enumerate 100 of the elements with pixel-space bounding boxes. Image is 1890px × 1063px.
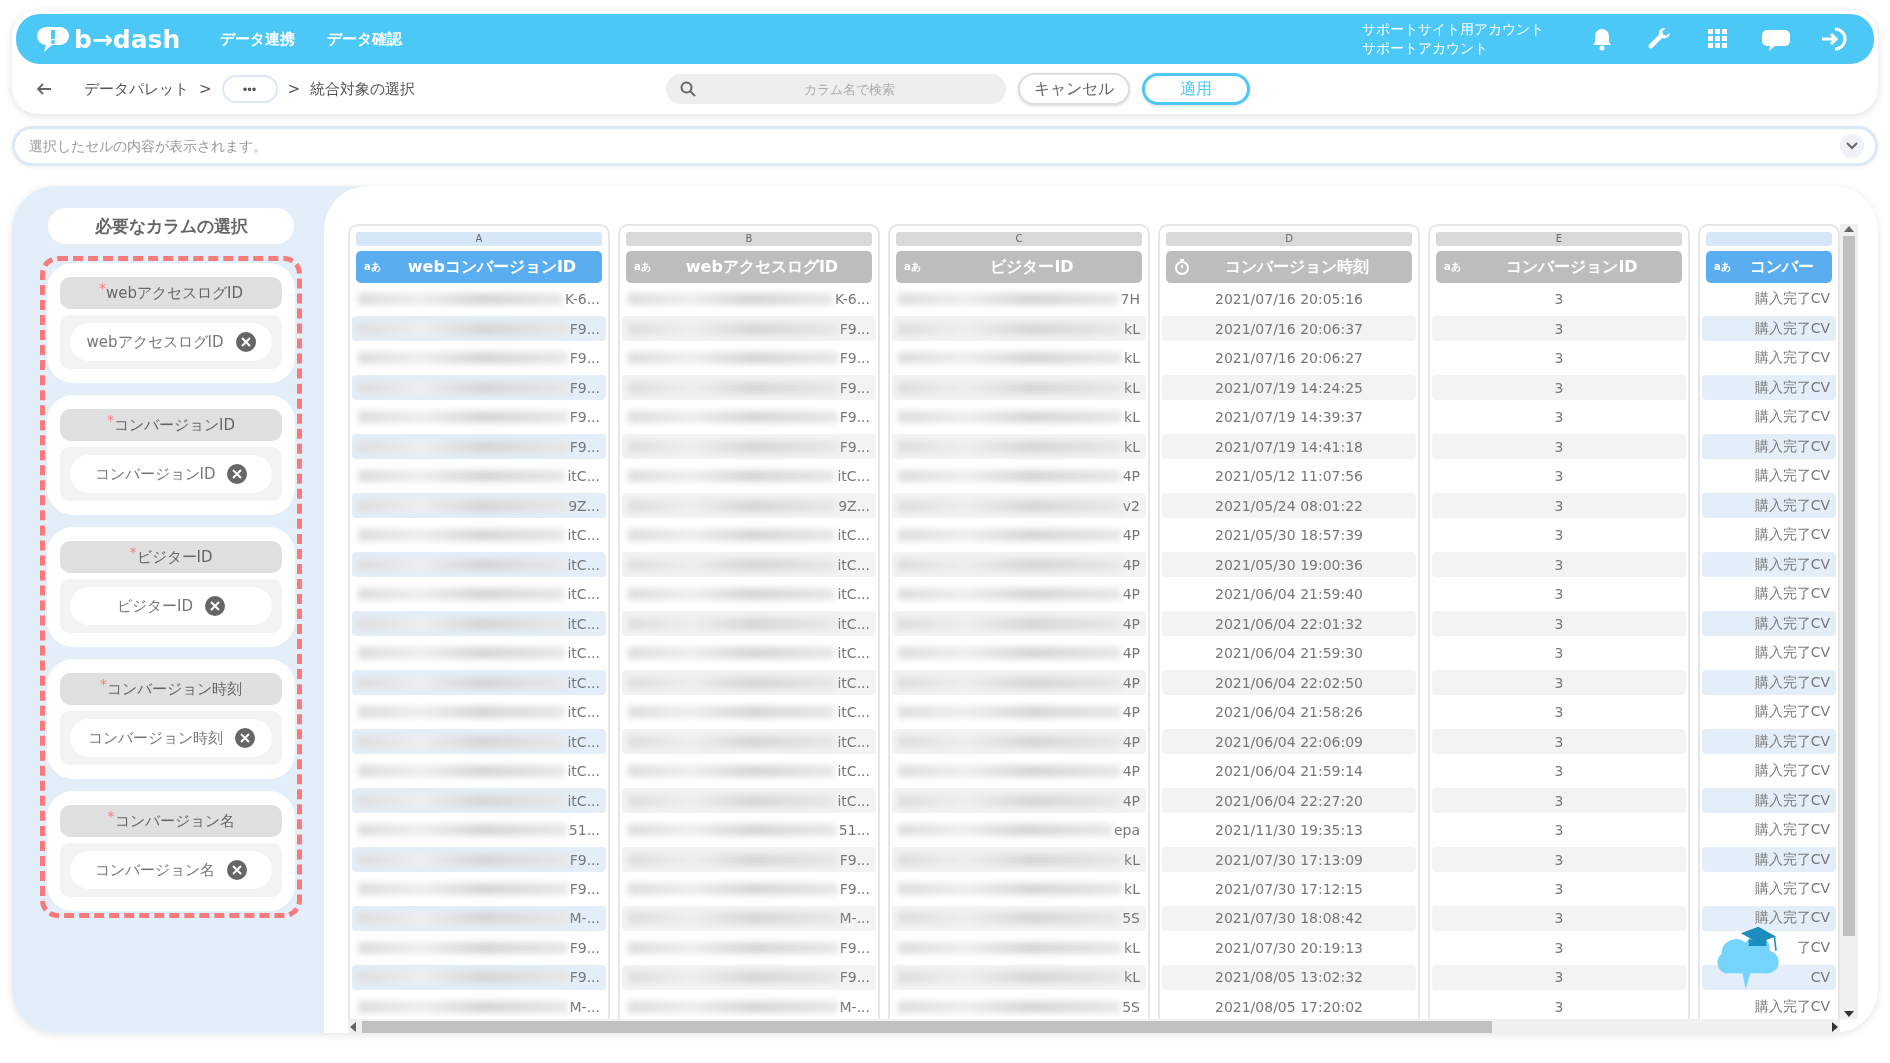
table-cell[interactable]: kL <box>892 434 1146 459</box>
table-cell[interactable]: 2021/06/04 21:59:30 <box>1215 645 1363 662</box>
table-cell[interactable]: 4P <box>1122 704 1140 721</box>
table-cell[interactable]: 5S <box>892 906 1146 931</box>
table-cell[interactable]: 購入完了CV <box>1754 467 1830 486</box>
table-cell[interactable]: 2021/07/19 14:24:25 <box>1162 375 1416 401</box>
table-cell[interactable]: 3 <box>1554 291 1564 308</box>
horizontal-scrollbar[interactable] <box>348 1019 1840 1033</box>
table-cell[interactable]: 2021/07/16 20:06:37 <box>1162 316 1416 342</box>
column-chip[interactable]: コンバージョン名 <box>70 851 272 889</box>
table-cell[interactable]: F9... <box>352 847 606 872</box>
table-cell[interactable]: 3 <box>1432 493 1686 518</box>
table-cell[interactable]: F9... <box>569 350 600 367</box>
table-cell[interactable]: 2021/06/04 21:59:14 <box>1215 763 1363 780</box>
table-cell[interactable]: M-... <box>839 998 870 1015</box>
table-cell[interactable]: 2021/08/05 17:20:02 <box>1215 998 1363 1015</box>
column-header[interactable]: aあ コンバー <box>1706 251 1832 283</box>
table-cell[interactable]: kL <box>892 847 1146 872</box>
table-cell[interactable]: K-6... <box>564 291 600 308</box>
table-cell[interactable]: 購入完了CV <box>1754 997 1830 1016</box>
table-cell[interactable]: 3 <box>1554 939 1564 956</box>
table-cell[interactable]: M-... <box>569 998 600 1015</box>
table-cell[interactable]: F9... <box>622 965 876 990</box>
table-cell[interactable]: 51... <box>838 822 870 838</box>
table-cell[interactable]: 2021/07/19 14:39:37 <box>1215 409 1363 426</box>
table-cell[interactable]: 3 <box>1554 704 1564 721</box>
table-cell[interactable]: 3 <box>1554 763 1564 780</box>
table-cell[interactable]: 3 <box>1432 670 1686 695</box>
table-cell[interactable]: kL <box>892 375 1146 401</box>
table-cell[interactable]: F9... <box>839 881 870 897</box>
table-cell[interactable]: F9... <box>839 409 870 426</box>
table-cell[interactable]: 3 <box>1432 316 1686 342</box>
table-cell[interactable]: F9... <box>569 409 600 426</box>
table-cell[interactable]: 2021/06/04 22:01:32 <box>1162 611 1416 636</box>
table-cell[interactable]: F9... <box>352 375 606 401</box>
table-cell[interactable]: itC... <box>567 645 600 662</box>
table-cell[interactable]: 4P <box>892 670 1146 695</box>
table-cell[interactable]: K-6... <box>834 291 870 308</box>
table-cell[interactable]: 3 <box>1554 998 1564 1015</box>
table-cell[interactable]: 3 <box>1432 375 1686 401</box>
table-cell[interactable]: 2021/06/04 21:58:26 <box>1215 704 1363 721</box>
table-cell[interactable]: 3 <box>1554 586 1564 603</box>
table-cell[interactable]: 2021/07/19 14:41:18 <box>1162 434 1416 459</box>
table-cell[interactable]: 2021/07/30 20:19:13 <box>1215 939 1363 956</box>
table-cell[interactable]: itC... <box>352 611 606 636</box>
table-cell[interactable]: 3 <box>1432 552 1686 577</box>
table-cell[interactable]: 了CV <box>1796 938 1830 957</box>
table-cell[interactable]: itC... <box>352 788 606 813</box>
table-cell[interactable]: itC... <box>567 468 600 485</box>
table-cell[interactable]: 5S <box>1122 998 1140 1015</box>
remove-button[interactable] <box>227 464 248 484</box>
table-cell[interactable]: F9... <box>352 965 606 990</box>
table-cell[interactable]: 3 <box>1554 527 1564 544</box>
table-cell[interactable]: F9... <box>622 375 876 401</box>
table-cell[interactable]: F9... <box>569 881 600 897</box>
table-cell[interactable]: 2021/05/24 08:01:22 <box>1162 493 1416 518</box>
table-cell[interactable]: 購入完了CV <box>1754 821 1830 839</box>
table-cell[interactable]: 購入完了CV <box>1754 644 1830 663</box>
table-cell[interactable]: itC... <box>622 788 876 813</box>
table-cell[interactable]: itC... <box>352 670 606 695</box>
table-cell[interactable]: 購入完了CV <box>1754 408 1830 427</box>
table-cell[interactable]: 51... <box>568 822 600 838</box>
cancel-button[interactable]: キャンセル <box>1018 73 1130 105</box>
table-cell[interactable]: itC... <box>567 586 600 603</box>
table-cell[interactable]: kL <box>892 965 1146 990</box>
table-cell[interactable]: 購入完了CV <box>1754 880 1830 898</box>
table-cell[interactable]: 3 <box>1554 409 1564 426</box>
table-cell[interactable]: kL <box>1124 350 1140 367</box>
table-cell[interactable]: 4P <box>1122 645 1140 662</box>
table-cell[interactable]: 購入完了CV <box>1702 729 1836 754</box>
table-cell[interactable]: 2021/11/30 19:35:13 <box>1215 822 1363 838</box>
table-cell[interactable]: itC... <box>622 552 876 577</box>
table-cell[interactable]: 購入完了CV <box>1702 375 1836 401</box>
table-cell[interactable]: itC... <box>837 763 870 780</box>
column-chip[interactable]: コンバージョン時刻 <box>70 719 272 757</box>
search-field[interactable]: カラム名で検索 <box>666 74 1006 104</box>
table-cell[interactable]: F9... <box>622 434 876 459</box>
table-cell[interactable]: itC... <box>352 729 606 754</box>
breadcrumb-link[interactable]: データパレット <box>84 79 189 99</box>
table-cell[interactable]: 2021/07/30 17:13:09 <box>1162 847 1416 872</box>
table-cell[interactable]: itC... <box>567 704 600 721</box>
table-cell[interactable]: 4P <box>1122 468 1140 485</box>
table-cell[interactable]: 3 <box>1432 847 1686 872</box>
table-cell[interactable]: M-... <box>352 906 606 931</box>
table-cell[interactable]: 購入完了CV <box>1754 585 1830 604</box>
column-chip[interactable]: ビジターID <box>70 587 272 625</box>
table-cell[interactable]: 3 <box>1432 788 1686 813</box>
table-cell[interactable]: F9... <box>569 939 600 956</box>
table-cell[interactable]: 購入完了CV <box>1702 434 1836 459</box>
table-cell[interactable]: 2021/06/04 22:27:20 <box>1162 788 1416 813</box>
table-cell[interactable]: 2021/05/30 19:00:36 <box>1162 552 1416 577</box>
table-cell[interactable]: F9... <box>622 316 876 342</box>
table-cell[interactable]: 4P <box>892 611 1146 636</box>
table-cell[interactable]: itC... <box>567 527 600 544</box>
table-cell[interactable]: 3 <box>1554 350 1564 367</box>
table-cell[interactable]: 購入完了CV <box>1702 670 1836 695</box>
table-cell[interactable]: F9... <box>622 847 876 872</box>
table-cell[interactable]: 2021/08/05 13:02:32 <box>1162 965 1416 990</box>
table-cell[interactable]: 9Z... <box>622 493 876 518</box>
table-cell[interactable]: 4P <box>1122 763 1140 780</box>
